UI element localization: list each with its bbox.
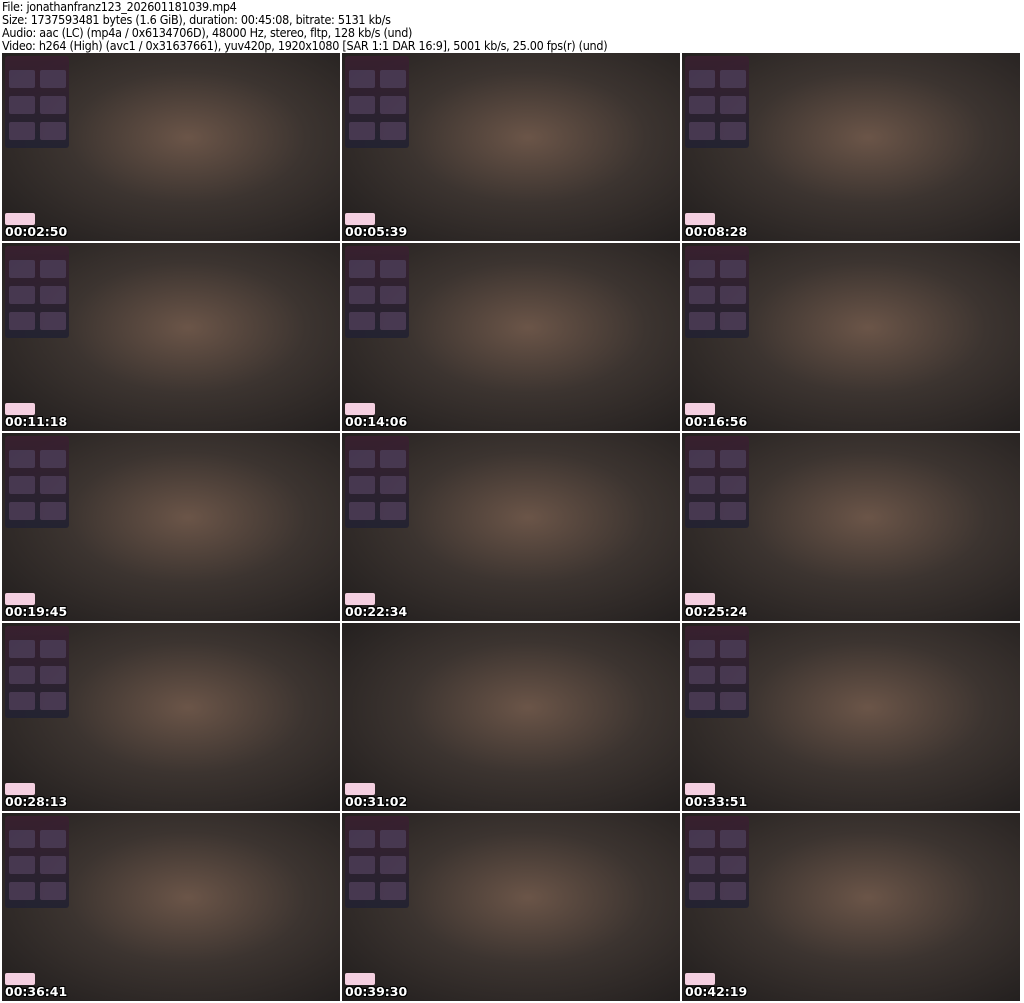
overlay-panel — [345, 246, 409, 338]
frame-timestamp: 00:11:18 — [5, 414, 68, 429]
video-frame-thumbnail: 00:36:41 — [2, 813, 340, 1001]
video-frame-thumbnail: 00:02:50 — [2, 53, 340, 241]
video-frame-thumbnail: 00:19:45 — [2, 433, 340, 621]
frame-timestamp: 00:08:28 — [685, 224, 748, 239]
video-frame-thumbnail: 00:08:28 — [682, 53, 1020, 241]
video-frame-thumbnail: 00:16:56 — [682, 243, 1020, 431]
frame-timestamp: 00:16:56 — [685, 414, 748, 429]
overlay-panel — [5, 816, 69, 908]
overlay-panel — [5, 626, 69, 718]
frame-timestamp: 00:19:45 — [5, 604, 68, 619]
video-frame-thumbnail: 00:39:30 — [342, 813, 680, 1001]
video-frame-thumbnail: 00:42:19 — [682, 813, 1020, 1001]
video-frame-thumbnail: 00:28:13 — [2, 623, 340, 811]
overlay-panel — [685, 246, 749, 338]
video-frame-thumbnail: 00:33:51 — [682, 623, 1020, 811]
video-frame-thumbnail: 00:22:34 — [342, 433, 680, 621]
file-info-header: File: jonathanfranz123_202601181039.mp4 … — [2, 1, 608, 53]
frame-timestamp: 00:05:39 — [345, 224, 408, 239]
frame-timestamp: 00:39:30 — [345, 984, 408, 999]
frame-timestamp: 00:22:34 — [345, 604, 408, 619]
frame-timestamp: 00:25:24 — [685, 604, 748, 619]
video-frame-thumbnail: 00:14:06 — [342, 243, 680, 431]
overlay-panel — [685, 56, 749, 148]
overlay-panel — [685, 436, 749, 528]
frame-timestamp: 00:31:02 — [345, 794, 408, 809]
overlay-panel — [5, 436, 69, 528]
frame-timestamp: 00:02:50 — [5, 224, 68, 239]
video-frame-thumbnail: 00:25:24 — [682, 433, 1020, 621]
frame-timestamp: 00:33:51 — [685, 794, 748, 809]
overlay-panel — [685, 816, 749, 908]
frame-timestamp: 00:36:41 — [5, 984, 68, 999]
overlay-panel — [345, 56, 409, 148]
video-frame-thumbnail: 00:11:18 — [2, 243, 340, 431]
overlay-panel — [345, 436, 409, 528]
overlay-panel — [345, 816, 409, 908]
frame-timestamp: 00:28:13 — [5, 794, 68, 809]
video-info: Video: h264 (High) (avc1 / 0x31637661), … — [2, 39, 608, 53]
video-frame-thumbnail: 00:31:02 — [342, 623, 680, 811]
video-frame-thumbnail: 00:05:39 — [342, 53, 680, 241]
frame-timestamp: 00:14:06 — [345, 414, 408, 429]
overlay-panel — [5, 246, 69, 338]
frame-timestamp: 00:42:19 — [685, 984, 748, 999]
thumbnail-grid: 00:02:50 00:05:39 00:08:28 00:11:18 00:14:06… — [2, 53, 1020, 1001]
overlay-panel — [685, 626, 749, 718]
overlay-panel — [5, 56, 69, 148]
